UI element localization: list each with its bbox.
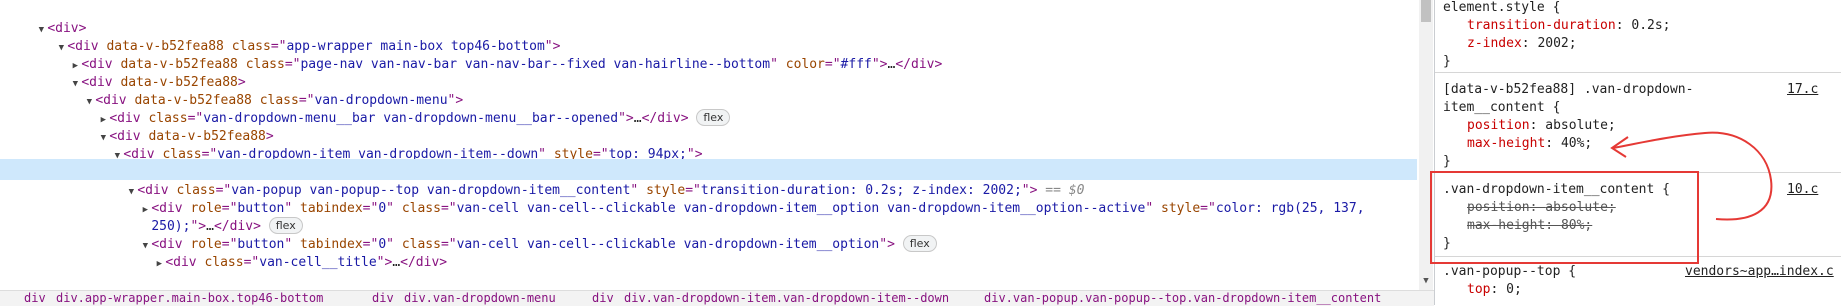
property-value[interactable]: 0; — [1506, 282, 1522, 297]
elements-tree-panel: ▼ <div> ▼ <div data-v-b52fea88 class="app-… — [0, 0, 1417, 290]
syntax-token: =" — [243, 255, 260, 270]
rule-close-brace: } — [1443, 54, 1451, 69]
breadcrumb-item[interactable]: div.app-wrapper.main-box.top46-bottom — [56, 291, 323, 306]
breadcrumb: div div.app-wrapper.main-box.top46-botto… — [0, 290, 1434, 306]
property-value[interactable]: 80%; — [1561, 218, 1592, 233]
scrollbar-thumb[interactable] — [1421, 0, 1431, 22]
property-value[interactable]: 2002; — [1537, 36, 1576, 51]
syntax-token: </div> — [400, 255, 448, 270]
property-value[interactable]: 40%; — [1561, 136, 1592, 151]
property-name[interactable]: position — [1467, 118, 1530, 133]
property-value[interactable]: 0.2s; — [1631, 18, 1670, 33]
property-name[interactable]: transition-duration — [1467, 18, 1616, 33]
breadcrumb-item[interactable]: div.van-dropdown-menu — [404, 291, 556, 306]
tree-row-cell-title[interactable]: ▶ <div class="van-cell__title">…</div> — [0, 231, 1417, 270]
property-name[interactable]: max-height — [1467, 218, 1545, 233]
rule-divider — [1435, 172, 1841, 173]
breadcrumb-item[interactable]: div — [592, 291, 614, 306]
rule-close-brace: } — [1443, 154, 1451, 169]
style-declaration[interactable]: top: 0; — [1443, 279, 1841, 300]
syntax-token: class — [204, 255, 244, 270]
syntax-token: … — [392, 255, 401, 270]
property-name[interactable]: top — [1467, 282, 1490, 297]
elements-scrollbar[interactable] — [1419, 0, 1433, 290]
breadcrumb-item[interactable]: div — [24, 291, 46, 306]
breadcrumb-item[interactable]: div.van-dropdown-item.van-dropdown-item-… — [624, 291, 949, 306]
property-name[interactable]: z-index — [1467, 36, 1522, 51]
breadcrumb-item[interactable]: div — [372, 291, 394, 306]
syntax-token: van-cell__title — [259, 255, 377, 270]
expand-triangle-icon[interactable]: ▶ — [153, 254, 165, 275]
property-name[interactable]: max-height — [1467, 136, 1545, 151]
breadcrumb-item[interactable]: div.van-popup.van-popup--top.van-dropdow… — [984, 291, 1381, 306]
syntax-token: <div — [165, 255, 205, 270]
rule-divider — [1435, 72, 1841, 73]
syntax-token: "> — [376, 255, 393, 270]
styles-pane: element.style { transition-duration: 0.2… — [1435, 0, 1841, 305]
rule-divider — [1435, 256, 1841, 257]
property-value[interactable]: absolute; — [1545, 200, 1615, 215]
property-value[interactable]: absolute; — [1545, 118, 1615, 133]
scroll-down-arrow-icon[interactable]: ▼ — [1419, 274, 1433, 288]
property-name[interactable]: position — [1467, 200, 1530, 215]
tree-line-13: <div class="van-cell__title">…</div> — [165, 255, 447, 270]
rule-close-brace: } — [1443, 236, 1451, 251]
